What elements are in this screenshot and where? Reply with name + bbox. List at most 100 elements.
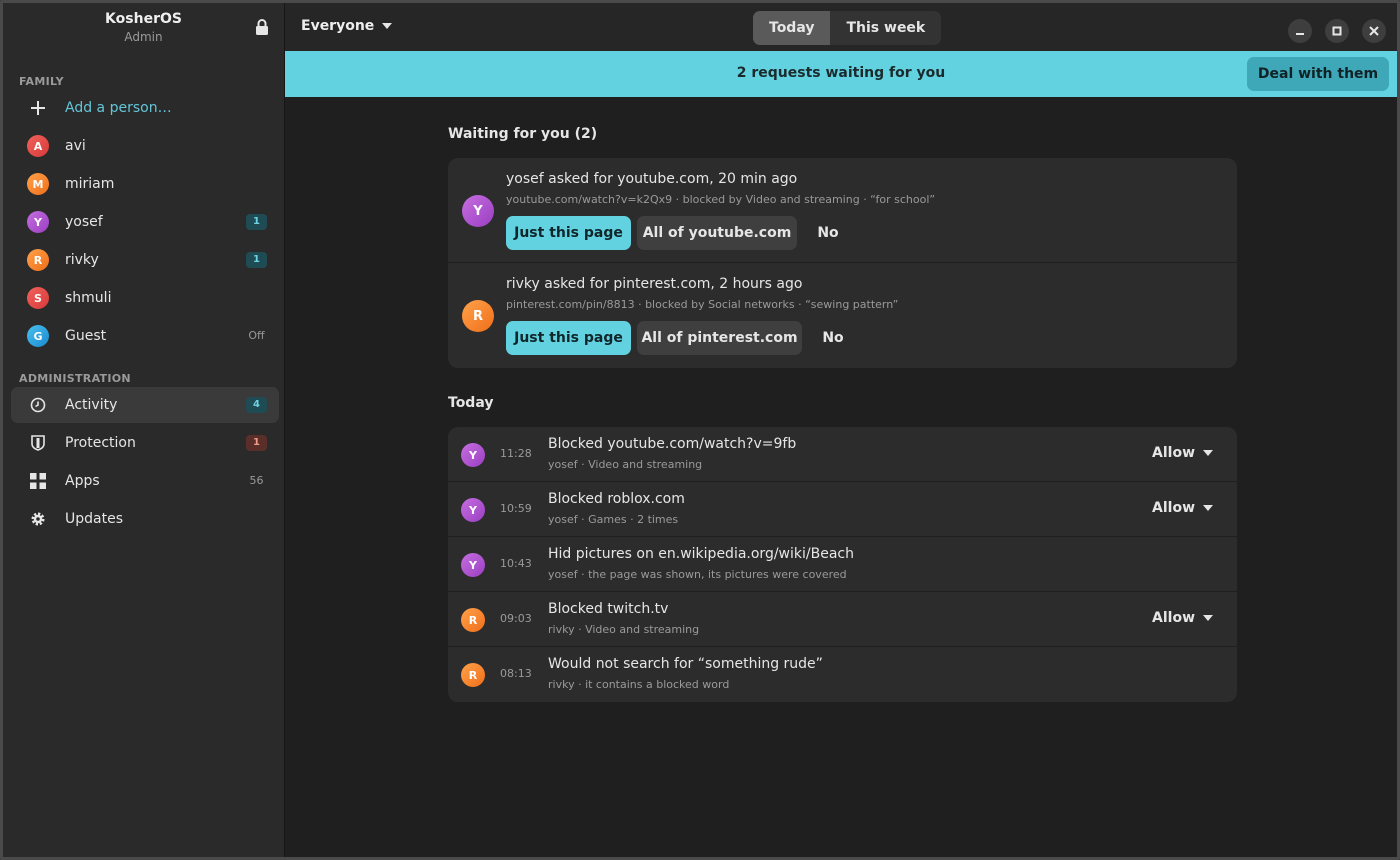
sidebar-item-activity[interactable]: Activity 4 xyxy=(11,387,279,423)
deny-button[interactable]: No xyxy=(808,321,858,355)
chevron-down-icon xyxy=(1203,615,1213,621)
requests-card: Y yosef asked for youtube.com, 20 min ag… xyxy=(448,158,1237,368)
allow-label: Allow xyxy=(1152,445,1195,461)
avatar: R xyxy=(461,608,485,632)
filter-label: Everyone xyxy=(301,18,375,34)
close-button[interactable] xyxy=(1362,19,1386,43)
sidebar-item-yosef[interactable]: Y yosef 1 xyxy=(11,204,279,240)
header-bar: Everyone Today This week xyxy=(285,3,1397,51)
avatar: A xyxy=(27,135,49,157)
close-icon xyxy=(1369,26,1379,36)
sidebar-item-label: Apps xyxy=(65,473,100,489)
activity-title: Would not search for “something rude” xyxy=(548,656,823,672)
person-name: yosef xyxy=(65,214,103,230)
count-badge: 1 xyxy=(246,214,267,230)
activity-time: 10:43 xyxy=(500,557,532,570)
app-window: KosherOS Admin FAMILY Add a person… A av… xyxy=(0,0,1400,860)
allow-page-button[interactable]: Just this page xyxy=(506,216,631,250)
sidebar-item-updates[interactable]: Updates xyxy=(11,501,279,537)
sidebar-item-label: Activity xyxy=(65,397,118,413)
deny-button[interactable]: No xyxy=(803,216,853,250)
sidebar-item-label: Protection xyxy=(65,435,136,451)
tab-this-week[interactable]: This week xyxy=(830,11,941,45)
person-filter-dropdown[interactable]: Everyone xyxy=(301,18,393,34)
allow-dropdown[interactable]: Allow xyxy=(1152,445,1213,461)
activity-item: Y 10:43 Hid pictures on en.wikipedia.org… xyxy=(448,537,1237,592)
allow-site-button[interactable]: All of youtube.com xyxy=(637,216,797,250)
status-badge: Off xyxy=(248,329,265,342)
activity-detail: rivky · it contains a blocked word xyxy=(548,678,730,691)
activity-item: Y 10:59 Blocked roblox.com yosef · Games… xyxy=(448,482,1237,537)
allow-dropdown[interactable]: Allow xyxy=(1152,500,1213,516)
waiting-heading: Waiting for you (2) xyxy=(448,126,598,142)
admin-section-label: ADMINISTRATION xyxy=(19,372,131,385)
shield-icon xyxy=(27,432,49,454)
avatar: M xyxy=(27,173,49,195)
activity-time: 11:28 xyxy=(500,447,532,460)
avatar: Y xyxy=(461,443,485,467)
sidebar-item-apps[interactable]: Apps 56 xyxy=(11,463,279,499)
clock-icon xyxy=(27,394,49,416)
avatar: Y xyxy=(461,498,485,522)
avatar: S xyxy=(27,287,49,309)
sidebar-item-label: Updates xyxy=(65,511,123,527)
avatar: Y xyxy=(27,211,49,233)
avatar: R xyxy=(27,249,49,271)
activity-item: Y 11:28 Blocked youtube.com/watch?v=9fb … xyxy=(448,427,1237,482)
activity-detail: yosef · Video and streaming xyxy=(548,458,703,471)
count-badge: 4 xyxy=(246,397,267,413)
request-title: rivky asked for pinterest.com, 2 hours a… xyxy=(506,276,803,292)
sidebar-item-avi[interactable]: A avi xyxy=(11,128,279,164)
period-switcher: Today This week xyxy=(753,11,942,45)
today-heading: Today xyxy=(448,395,494,411)
sidebar-item-guest[interactable]: G Guest Off xyxy=(11,318,279,354)
person-name: shmuli xyxy=(65,290,112,306)
minimize-icon xyxy=(1296,33,1304,35)
tab-today[interactable]: Today xyxy=(753,11,831,45)
person-name: avi xyxy=(65,138,86,154)
chevron-down-icon xyxy=(382,23,393,29)
activity-item: R 09:03 Blocked twitch.tv rivky · Video … xyxy=(448,592,1237,647)
avatar: G xyxy=(27,325,49,347)
activity-detail: yosef · Games · 2 times xyxy=(548,513,679,526)
lock-icon[interactable] xyxy=(253,18,271,38)
count-badge: 1 xyxy=(246,252,267,268)
activity-title: Hid pictures on en.wikipedia.org/wiki/Be… xyxy=(548,546,854,562)
count-badge: 1 xyxy=(246,435,267,451)
family-section-label: FAMILY xyxy=(19,75,64,88)
activity-time: 09:03 xyxy=(500,612,532,625)
avatar: Y xyxy=(461,553,485,577)
deal-with-them-button[interactable]: Deal with them xyxy=(1247,57,1389,91)
avatar: R xyxy=(462,300,494,332)
plus-icon xyxy=(27,97,49,119)
allow-page-button[interactable]: Just this page xyxy=(506,321,631,355)
minimize-button[interactable] xyxy=(1288,19,1312,43)
avatar: R xyxy=(461,663,485,687)
sidebar-item-miriam[interactable]: M miriam xyxy=(11,166,279,202)
person-name: miriam xyxy=(65,176,115,192)
activity-title: Blocked youtube.com/watch?v=9fb xyxy=(548,436,797,452)
activity-item: R 08:13 Would not search for “something … xyxy=(448,647,1237,702)
avatar: Y xyxy=(462,195,494,227)
maximize-button[interactable] xyxy=(1325,19,1349,43)
activity-title: Blocked twitch.tv xyxy=(548,601,669,617)
person-name: Guest xyxy=(65,328,107,344)
sidebar-item-rivky[interactable]: R rivky 1 xyxy=(11,242,279,278)
request-detail: youtube.com/watch?v=k2Qx9 · blocked by V… xyxy=(506,193,936,206)
request-item: Y yosef asked for youtube.com, 20 min ag… xyxy=(448,158,1237,263)
activity-detail: rivky · Video and streaming xyxy=(548,623,700,636)
allow-label: Allow xyxy=(1152,500,1195,516)
chevron-down-icon xyxy=(1203,505,1213,511)
allow-site-button[interactable]: All of pinterest.com xyxy=(637,321,802,355)
allow-label: Allow xyxy=(1152,610,1195,626)
request-detail: pinterest.com/pin/8813 · blocked by Soci… xyxy=(506,298,899,311)
count-label: 56 xyxy=(249,474,264,487)
activity-title: Blocked roblox.com xyxy=(548,491,685,507)
sidebar-item-protection[interactable]: Protection 1 xyxy=(11,425,279,461)
maximize-icon xyxy=(1332,26,1342,36)
allow-dropdown[interactable]: Allow xyxy=(1152,610,1213,626)
sidebar-item-shmuli[interactable]: S shmuli xyxy=(11,280,279,316)
activity-card: Y 11:28 Blocked youtube.com/watch?v=9fb … xyxy=(448,427,1237,702)
add-person-button[interactable]: Add a person… xyxy=(11,90,279,126)
gear-icon xyxy=(27,508,49,530)
